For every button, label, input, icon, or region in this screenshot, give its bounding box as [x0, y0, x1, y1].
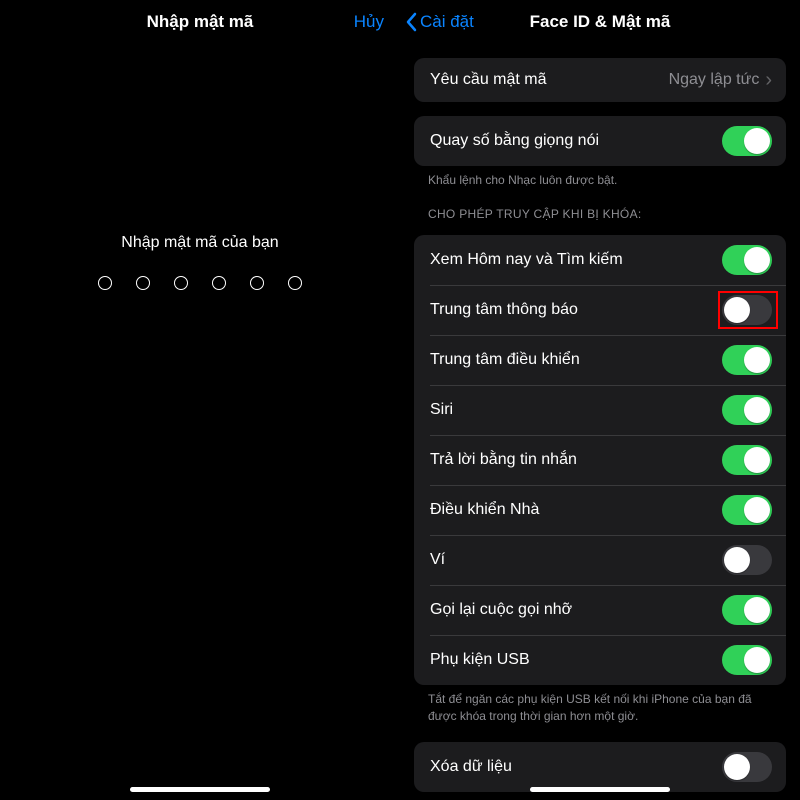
toggle-lock-item[interactable]: [722, 645, 772, 675]
row-lock-item: Trung tâm điều khiển: [414, 335, 786, 385]
toggle-erase-data[interactable]: [722, 752, 772, 782]
passcode-dot: [288, 276, 302, 290]
passcode-dots[interactable]: [98, 276, 302, 290]
row-erase-data: Xóa dữ liệu: [414, 742, 786, 792]
lock-item-label: Phụ kiện USB: [430, 651, 722, 669]
row-lock-item: Trung tâm thông báo: [414, 285, 786, 335]
lock-item-label: Siri: [430, 401, 722, 419]
lock-item-label: Gọi lại cuộc gọi nhỡ: [430, 601, 722, 619]
home-indicator[interactable]: [530, 787, 670, 792]
toggle-lock-item[interactable]: [722, 295, 772, 325]
toggle-lock-item[interactable]: [722, 545, 772, 575]
passcode-body: Nhập mật mã của bạn: [0, 44, 400, 800]
voice-dial-footer: Khẩu lệnh cho Nhạc luôn được bật.: [428, 172, 772, 189]
toggle-lock-item[interactable]: [722, 445, 772, 475]
row-lock-item: Phụ kiện USB: [414, 635, 786, 685]
home-indicator[interactable]: [130, 787, 270, 792]
lock-item-label: Điều khiển Nhà: [430, 501, 722, 519]
navbar: Cài đặt Face ID & Mật mã: [400, 0, 800, 44]
lock-item-label: Ví: [430, 551, 722, 569]
passcode-dot: [136, 276, 150, 290]
toggle-lock-item[interactable]: [722, 395, 772, 425]
toggle-lock-item[interactable]: [722, 595, 772, 625]
row-lock-item: Gọi lại cuộc gọi nhỡ: [414, 585, 786, 635]
row-lock-item: Siri: [414, 385, 786, 435]
row-require-passcode[interactable]: Yêu cầu mật mã Ngay lập tức ›: [414, 58, 786, 102]
require-label: Yêu cầu mật mã: [430, 71, 669, 89]
row-lock-item: Điều khiển Nhà: [414, 485, 786, 535]
chevron-left-icon: [406, 12, 418, 32]
toggle-lock-item[interactable]: [722, 495, 772, 525]
row-lock-item: Trả lời bằng tin nhắn: [414, 435, 786, 485]
passcode-prompt: Nhập mật mã của bạn: [121, 234, 278, 252]
require-value: Ngay lập tức: [669, 71, 760, 89]
toggle-lock-item[interactable]: [722, 245, 772, 275]
passcode-dot: [174, 276, 188, 290]
row-voice-dial: Quay số bằng giọng nói: [414, 116, 786, 166]
passcode-title: Nhập mật mã: [147, 12, 254, 32]
row-lock-item: Ví: [414, 535, 786, 585]
settings-content: Yêu cầu mật mã Ngay lập tức › Quay số bằ…: [400, 44, 800, 800]
group-lock-access: Xem Hôm nay và Tìm kiếm Trung tâm thông b…: [414, 235, 786, 685]
group-voice-dial: Quay số bằng giọng nói: [414, 116, 786, 166]
group-erase-data: Xóa dữ liệu: [414, 742, 786, 792]
lock-item-label: Trung tâm điều khiển: [430, 351, 722, 369]
back-button[interactable]: Cài đặt: [406, 0, 474, 44]
toggle-lock-item[interactable]: [722, 345, 772, 375]
lock-footer: Tắt để ngăn các phụ kiện USB kết nối khi…: [428, 691, 772, 725]
passcode-dot: [212, 276, 226, 290]
lock-item-label: Xem Hôm nay và Tìm kiếm: [430, 251, 722, 269]
chevron-right-icon: ›: [765, 70, 772, 90]
back-label: Cài đặt: [420, 12, 474, 32]
row-lock-item: Xem Hôm nay và Tìm kiếm: [414, 235, 786, 285]
phone-left-passcode: Nhập mật mã Hủy Nhập mật mã của bạn: [0, 0, 400, 800]
toggle-voice-dial[interactable]: [722, 126, 772, 156]
phone-right-settings: Cài đặt Face ID & Mật mã Yêu cầu mật mã …: [400, 0, 800, 800]
passcode-dot: [98, 276, 112, 290]
lock-section-header: CHO PHÉP TRUY CẬP KHI BỊ KHÓA:: [428, 207, 772, 221]
group-require-passcode: Yêu cầu mật mã Ngay lập tức ›: [414, 58, 786, 102]
nav-title: Face ID & Mật mã: [530, 12, 671, 32]
passcode-header: Nhập mật mã Hủy: [0, 0, 400, 44]
passcode-dot: [250, 276, 264, 290]
lock-item-label: Trung tâm thông báo: [430, 301, 722, 319]
voice-dial-label: Quay số bằng giọng nói: [430, 132, 722, 150]
lock-item-label: Trả lời bằng tin nhắn: [430, 451, 722, 469]
erase-label: Xóa dữ liệu: [430, 758, 722, 776]
cancel-button[interactable]: Hủy: [354, 0, 384, 44]
